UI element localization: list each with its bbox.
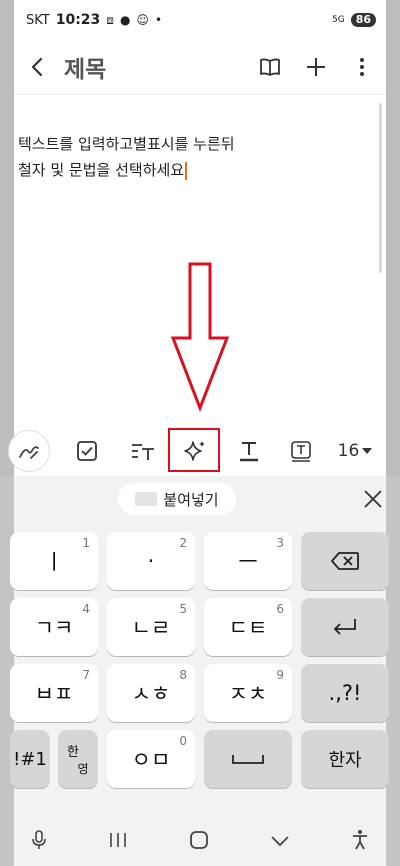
- back-button[interactable]: [18, 47, 58, 87]
- key-1[interactable]: ㅣ1: [10, 532, 98, 590]
- keyboard: 붙여넣기 ㅣ1 · 2 ㅡ3 ㄱㅋ 4 ㄴㄹ 5 ㄷㅌ 6 ㅂㅍ 7 ㅅㅎ 8 …: [0, 476, 400, 866]
- key-5[interactable]: ㄴㄹ 5: [107, 598, 195, 656]
- more-notifications-icon: •: [154, 13, 163, 27]
- annotation-highlight-box: [168, 428, 220, 472]
- backspace-icon: [331, 552, 359, 570]
- close-suggestions-button[interactable]: [356, 482, 390, 516]
- clipboard-suggestion-row: 붙여넣기: [14, 476, 386, 524]
- chevron-left-icon: [31, 57, 43, 77]
- text-style-button[interactable]: [118, 429, 168, 473]
- recents-icon: [109, 833, 126, 847]
- backspace-key[interactable]: [301, 532, 389, 590]
- recent-apps-button[interactable]: [108, 831, 128, 853]
- paste-button[interactable]: 붙여넣기: [118, 483, 236, 515]
- key-6[interactable]: ㄷㅌ 6: [204, 598, 292, 656]
- punctuation-key[interactable]: .,?!: [301, 664, 389, 722]
- hanja-key[interactable]: 한자: [301, 730, 389, 788]
- accessibility-button[interactable]: [351, 829, 369, 855]
- editor-scrollbar[interactable]: [379, 103, 382, 273]
- text-background-button[interactable]: [276, 429, 326, 473]
- key-0[interactable]: ㅇㅁ 0: [107, 730, 195, 788]
- text-color-icon: [240, 442, 258, 462]
- plus-icon: [307, 58, 325, 76]
- reading-mode-button[interactable]: [254, 51, 286, 83]
- paste-label: 붙여넣기: [163, 490, 219, 509]
- note-line-2: 철자 및 문법을 선택하세요: [18, 157, 235, 183]
- book-icon: [260, 58, 280, 76]
- pen-icon: [19, 446, 39, 459]
- page-title[interactable]: 제목: [64, 50, 106, 84]
- text-caret: [185, 161, 187, 180]
- font-size-value: 16: [337, 441, 360, 461]
- more-options-button[interactable]: [346, 51, 378, 83]
- annotation-arrow-icon: [170, 262, 230, 412]
- screenshot-icon: ⧈: [106, 12, 114, 27]
- clock: 10:23: [55, 12, 101, 28]
- home-button[interactable]: [189, 830, 209, 854]
- note-line-1: 텍스트를 입력하고별표시를 누른뒤: [18, 135, 235, 153]
- text-format-icon: [132, 444, 154, 460]
- text-color-button[interactable]: [224, 429, 274, 473]
- key-4[interactable]: ㄱㅋ 4: [10, 598, 98, 656]
- caret-down-icon: [362, 448, 373, 454]
- symbols-key[interactable]: !#1: [10, 730, 50, 788]
- network-label: 5G: [331, 15, 345, 25]
- accessibility-icon: [353, 830, 368, 850]
- font-size-select[interactable]: 16: [330, 429, 380, 473]
- message-icon: ●: [119, 13, 131, 27]
- status-bar: SKT 10:23 ⧈ ● ☺ • 5G 86: [14, 0, 386, 40]
- key-9[interactable]: ㅈㅊ 9: [204, 664, 292, 722]
- keyboard-mic-button[interactable]: [31, 829, 47, 855]
- close-icon: [364, 490, 382, 508]
- key-8[interactable]: ㅅㅎ 8: [107, 664, 195, 722]
- note-body[interactable]: 텍스트를 입력하고별표시를 누른뒤 철자 및 문법을 선택하세요: [18, 131, 235, 183]
- battery-indicator: 86: [350, 13, 376, 27]
- key-2[interactable]: · 2: [107, 532, 195, 590]
- microphone-icon: [31, 830, 46, 849]
- lang-bottom-label: 영: [77, 762, 89, 776]
- more-vertical-icon: [360, 58, 364, 76]
- clipboard-thumbnail: [135, 492, 158, 506]
- navigation-bar: [0, 818, 400, 866]
- back-nav-button[interactable]: [270, 833, 290, 852]
- lang-top-label: 한: [67, 745, 79, 760]
- app-bar: 제목: [14, 40, 386, 94]
- space-key[interactable]: [204, 730, 292, 788]
- enter-key[interactable]: [301, 598, 389, 656]
- checkbox-button[interactable]: [62, 429, 112, 473]
- face-icon: ☺: [136, 13, 149, 27]
- checkbox-icon: [77, 441, 97, 461]
- text-box-icon: [291, 441, 311, 462]
- key-3[interactable]: ㅡ3: [204, 532, 292, 590]
- language-switch-key[interactable]: 한 영: [58, 730, 98, 788]
- add-button[interactable]: [300, 51, 332, 83]
- space-icon: [232, 755, 264, 764]
- enter-icon: [333, 619, 356, 635]
- carrier-label: SKT: [26, 12, 50, 28]
- key-7[interactable]: ㅂㅍ 7: [10, 664, 98, 722]
- chevron-down-icon: [271, 835, 289, 846]
- handwriting-button[interactable]: [8, 430, 50, 472]
- home-icon: [190, 831, 208, 849]
